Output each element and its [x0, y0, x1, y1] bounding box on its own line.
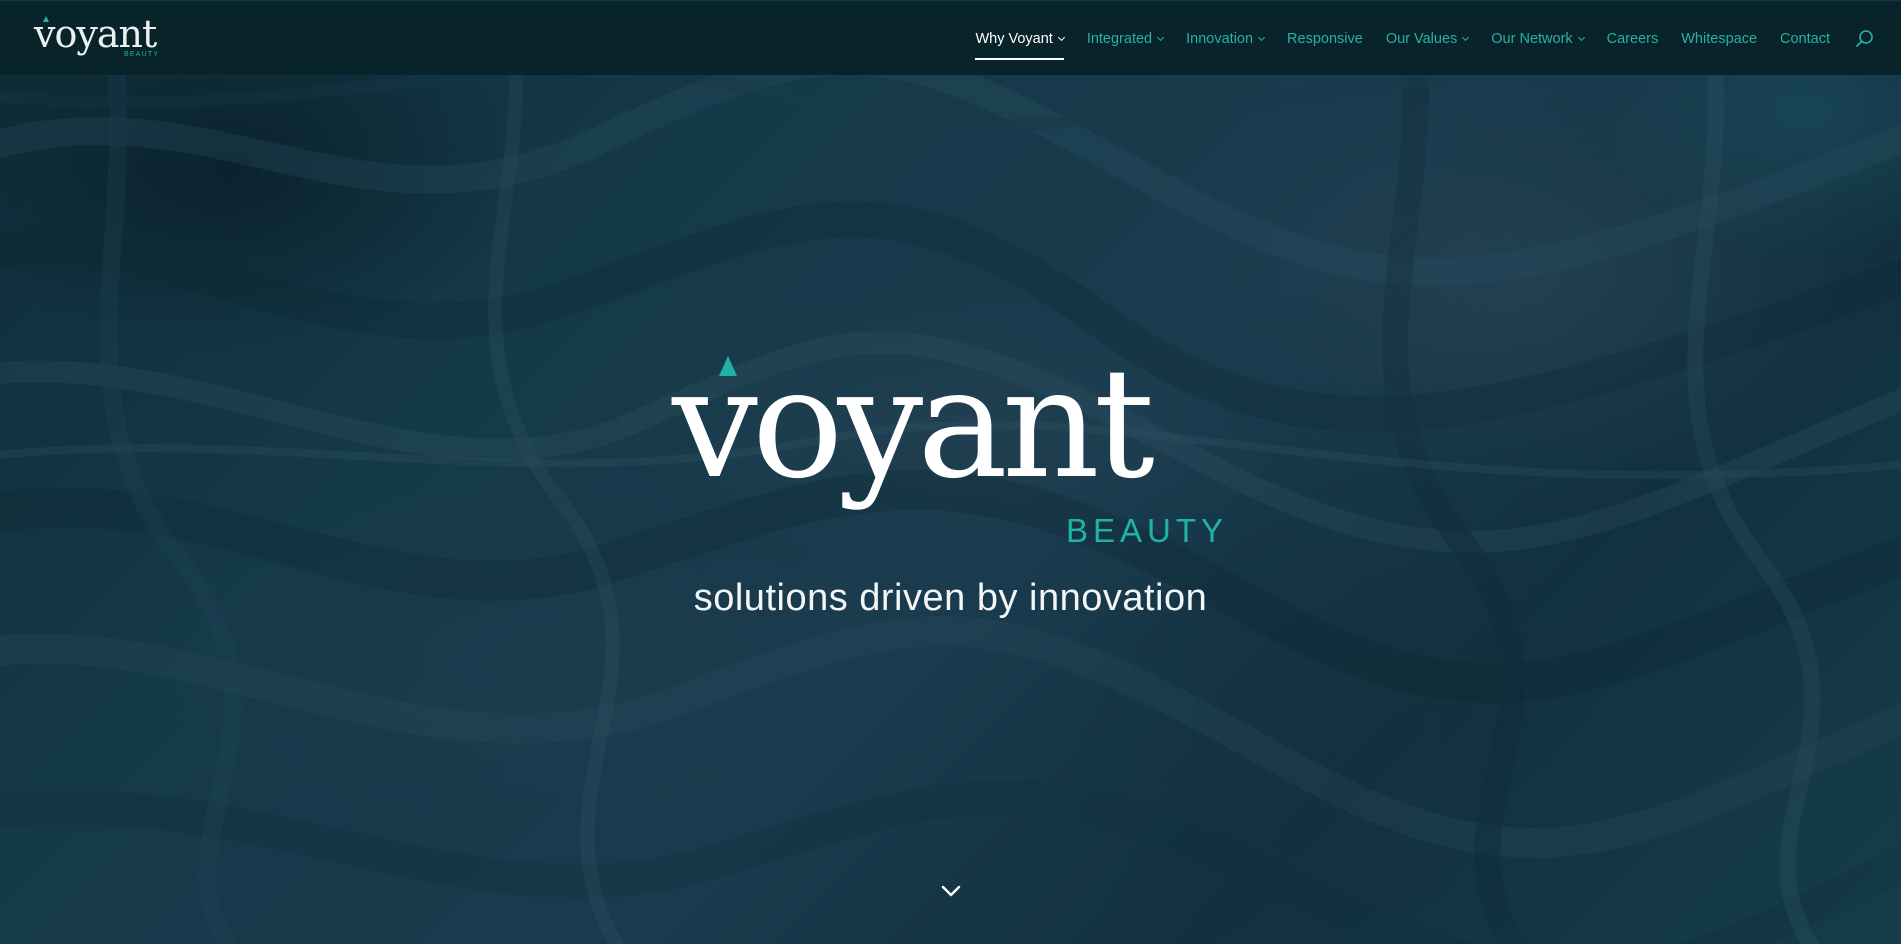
nav-item-contact[interactable]: Contact: [1780, 1, 1830, 76]
nav-item-label: Contact: [1780, 30, 1830, 47]
nav-item-label: Responsive: [1287, 30, 1363, 47]
nav-item-our-network[interactable]: Our Network: [1491, 1, 1585, 76]
nav-item-innovation[interactable]: Innovation: [1186, 1, 1266, 76]
nav-item-label: Our Network: [1491, 30, 1573, 47]
nav-item-whitespace[interactable]: Whitespace: [1681, 1, 1757, 76]
hero-wordmark: voyant: [672, 335, 1155, 512]
nav-item-integrated[interactable]: Integrated: [1086, 1, 1165, 76]
scroll-down-button[interactable]: [940, 880, 962, 902]
logo-wordmark: voyant: [34, 12, 157, 56]
chevron-down-icon: [1057, 33, 1065, 41]
search-icon[interactable]: [1854, 28, 1876, 50]
nav-item-label: Careers: [1606, 30, 1659, 47]
header-logo[interactable]: voyant BEAUTY: [34, 13, 164, 63]
chevron-down-icon: [1157, 33, 1165, 41]
search-icon-graphic: [1856, 29, 1873, 47]
nav-item-label: Innovation: [1186, 30, 1254, 47]
chevron-down-icon: [1462, 33, 1470, 41]
hero-logo: voyant BEAUTY: [672, 340, 1228, 550]
hero-logo-subtext: BEAUTY: [1065, 512, 1228, 549]
nav-item-label: Whitespace: [1681, 30, 1758, 47]
nav-item-responsive[interactable]: Responsive: [1287, 1, 1363, 76]
chevron-down-icon: [941, 885, 961, 897]
nav-item-label: Our Values: [1385, 30, 1458, 47]
nav-item-our-values[interactable]: Our Values: [1385, 1, 1470, 76]
hero-tagline: solutions driven by innovation: [693, 577, 1208, 619]
site-header: voyant BEAUTY Why Voyant Integrated Inno…: [0, 0, 1901, 75]
nav-item-label: Why Voyant: [975, 30, 1053, 47]
logo-triangle-icon: [43, 16, 49, 22]
page: voyant BEAUTY Why Voyant Integrated Inno…: [0, 0, 1901, 944]
nav-item-label: Integrated: [1086, 30, 1153, 47]
main-nav: Why Voyant Integrated Innovation Respons…: [952, 1, 1876, 76]
nav-item-why-voyant[interactable]: Why Voyant: [975, 1, 1065, 76]
chevron-down-icon: [1577, 33, 1585, 41]
hero-section: voyant BEAUTY solutions driven by innova…: [0, 0, 1901, 944]
logo-subtext: BEAUTY: [124, 51, 160, 58]
chevron-down-icon: [1258, 33, 1266, 41]
nav-item-careers[interactable]: Careers: [1607, 1, 1659, 76]
